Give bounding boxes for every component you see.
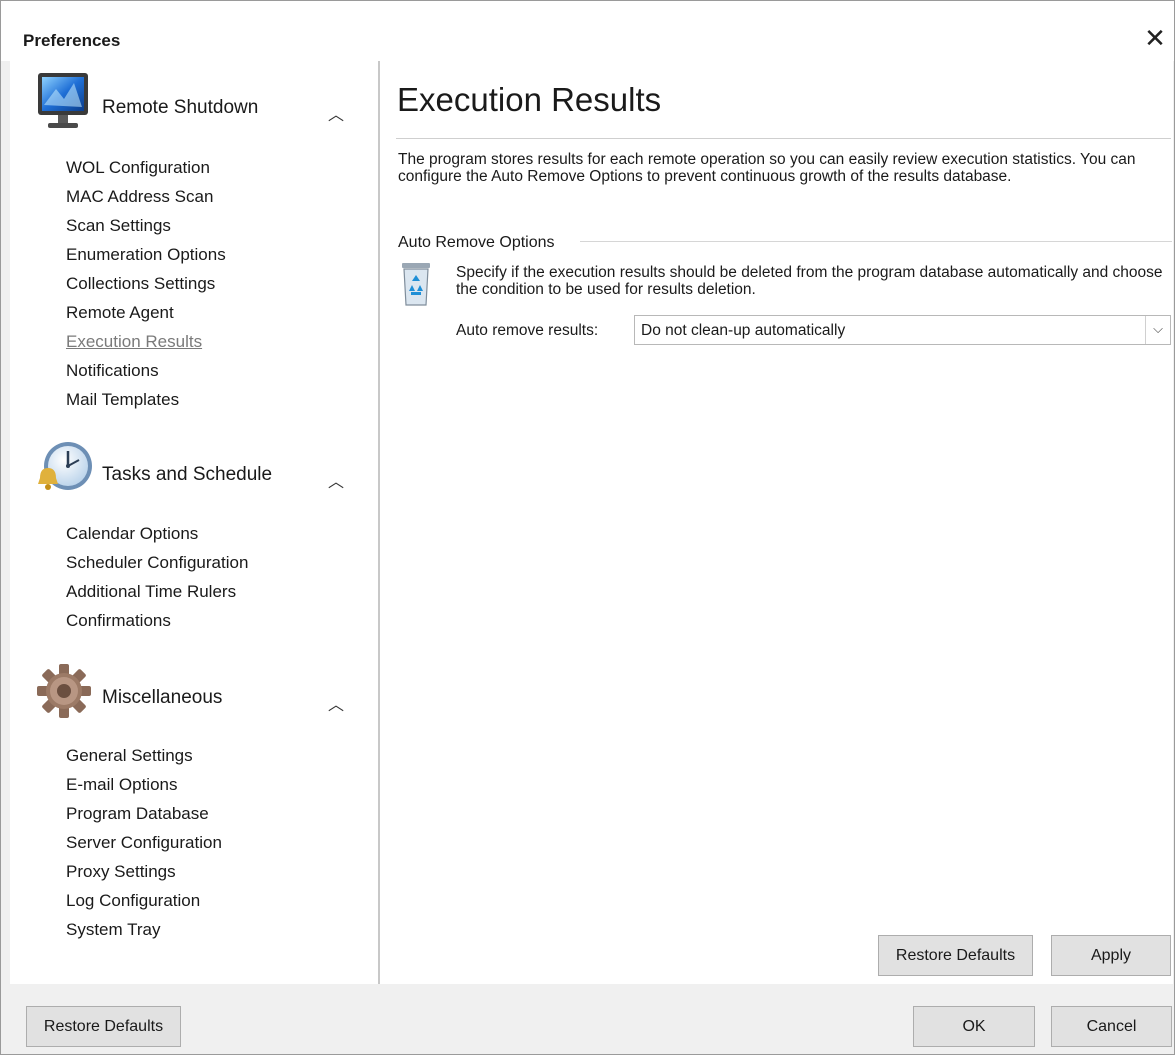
auto-remove-label: Auto remove results:	[456, 322, 599, 339]
close-icon: ✕	[1144, 23, 1166, 53]
ok-label: OK	[962, 1018, 986, 1035]
title-bar: Preferences ✕	[1, 1, 1174, 61]
cancel-button[interactable]: Cancel	[1051, 1006, 1172, 1047]
close-button[interactable]: ✕	[1140, 23, 1170, 53]
sidebar-item-collections-settings[interactable]: Collections Settings	[66, 269, 226, 298]
sidebar-item-mail-templates[interactable]: Mail Templates	[66, 385, 226, 414]
sidebar-item-general-settings[interactable]: General Settings	[66, 741, 222, 770]
chevron-up-icon[interactable]: ︿	[326, 468, 346, 491]
sidebar-item-log-configuration[interactable]: Log Configuration	[66, 886, 222, 915]
sidebar-item-program-database[interactable]: Program Database	[66, 799, 222, 828]
heading-divider	[396, 138, 1171, 139]
section-divider	[580, 241, 1172, 242]
sidebar: Remote Shutdown ︿ WOL Configuration MAC …	[10, 61, 380, 984]
group-title-tasks-and-schedule: Tasks and Schedule	[102, 464, 273, 485]
auto-remove-select[interactable]: Do not clean-up automatically ⌵	[634, 315, 1171, 345]
sidebar-item-email-options[interactable]: E-mail Options	[66, 770, 222, 799]
monitor-icon	[38, 73, 88, 128]
page-title: Execution Results	[397, 81, 662, 118]
page-description: The program stores results for each remo…	[398, 151, 1136, 185]
group-title-miscellaneous: Miscellaneous	[102, 687, 223, 708]
section-label-auto-remove: Auto Remove Options	[398, 234, 555, 251]
cancel-label: Cancel	[1086, 1018, 1137, 1035]
sidebar-item-additional-time-rulers[interactable]: Additional Time Rulers	[66, 577, 248, 606]
restore-defaults-page-label: Restore Defaults	[895, 947, 1016, 964]
restore-defaults-button[interactable]: Restore Defaults	[26, 1006, 181, 1047]
sidebar-item-confirmations[interactable]: Confirmations	[66, 606, 248, 635]
clock-icon	[38, 442, 92, 490]
gear-icon	[37, 664, 91, 718]
window-title: Preferences	[23, 31, 121, 50]
group-header-tasks-and-schedule[interactable]: Tasks and Schedule ︿	[10, 438, 378, 508]
sidebar-item-calendar-options[interactable]: Calendar Options	[66, 519, 248, 548]
nav-list-tasks-and-schedule: Calendar Options Scheduler Configuration…	[66, 519, 248, 635]
chevron-up-icon[interactable]: ︿	[326, 691, 346, 714]
restore-defaults-label: Restore Defaults	[43, 1018, 164, 1035]
preferences-window: Preferences ✕ Remote Shutdown ︿ WOL Conf…	[0, 0, 1175, 1055]
nav-list-remote-shutdown: WOL Configuration MAC Address Scan Scan …	[66, 153, 226, 414]
sidebar-item-mac-address-scan[interactable]: MAC Address Scan	[66, 182, 226, 211]
recycle-bin-icon	[402, 263, 430, 306]
group-title-remote-shutdown: Remote Shutdown	[102, 97, 259, 118]
ok-button[interactable]: OK	[913, 1006, 1035, 1047]
sidebar-item-system-tray[interactable]: System Tray	[66, 915, 222, 944]
sidebar-item-notifications[interactable]: Notifications	[66, 356, 226, 385]
sidebar-item-wol-configuration[interactable]: WOL Configuration	[66, 153, 226, 182]
sidebar-item-execution-results[interactable]: Execution Results	[66, 327, 226, 356]
chevron-down-icon[interactable]: ⌵	[1145, 316, 1170, 344]
content-panel: Execution Results The program stores res…	[380, 61, 1173, 984]
restore-defaults-page-button[interactable]: Restore Defaults	[878, 935, 1033, 976]
auto-remove-description: Specify if the execution results should …	[456, 264, 1163, 298]
sidebar-item-scheduler-configuration[interactable]: Scheduler Configuration	[66, 548, 248, 577]
group-header-miscellaneous[interactable]: Miscellaneous ︿	[10, 661, 378, 731]
apply-label: Apply	[1090, 947, 1132, 964]
group-header-remote-shutdown[interactable]: Remote Shutdown ︿	[10, 71, 378, 141]
sidebar-item-scan-settings[interactable]: Scan Settings	[66, 211, 226, 240]
apply-button[interactable]: Apply	[1051, 935, 1171, 976]
chevron-up-icon[interactable]: ︿	[326, 101, 346, 124]
sidebar-item-proxy-settings[interactable]: Proxy Settings	[66, 857, 222, 886]
body-area: Remote Shutdown ︿ WOL Configuration MAC …	[10, 61, 1173, 984]
nav-list-miscellaneous: General Settings E-mail Options Program …	[66, 741, 222, 944]
sidebar-item-remote-agent[interactable]: Remote Agent	[66, 298, 226, 327]
sidebar-item-server-configuration[interactable]: Server Configuration	[66, 828, 222, 857]
sidebar-item-enumeration-options[interactable]: Enumeration Options	[66, 240, 226, 269]
auto-remove-selected-value: Do not clean-up automatically	[641, 322, 846, 339]
